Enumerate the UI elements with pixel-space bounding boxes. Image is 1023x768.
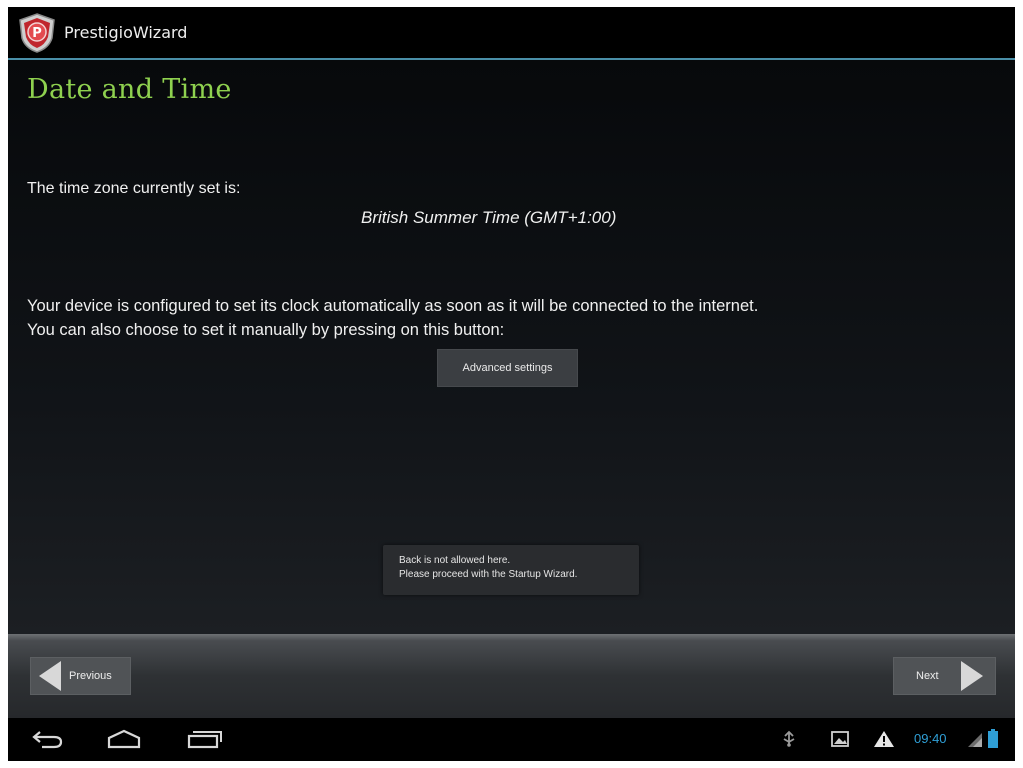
wizard-button-bar: Previous Next [8, 634, 1015, 718]
prestigio-logo-icon: P [16, 12, 58, 54]
previous-button[interactable]: Previous [30, 657, 131, 695]
toast-message: Back is not allowed here. Please proceed… [383, 545, 639, 595]
description: Your device is configured to set its clo… [27, 294, 758, 342]
next-button[interactable]: Next [893, 657, 996, 695]
warning-icon [872, 726, 896, 752]
advanced-settings-button[interactable]: Advanced settings [437, 349, 578, 387]
battery-icon [986, 726, 1000, 752]
previous-label: Previous [69, 670, 112, 682]
arrow-left-icon [39, 661, 61, 691]
system-navigation-bar: 09:40 [8, 718, 1015, 761]
toast-line-1: Back is not allowed here. [399, 555, 511, 566]
back-icon[interactable] [28, 726, 68, 752]
description-line-1: Your device is configured to set its clo… [27, 297, 759, 315]
timezone-value: British Summer Time (GMT+1:00) [361, 208, 617, 227]
recent-apps-icon[interactable] [184, 726, 224, 752]
device-screen: P PrestigioWizard Date and Time The time… [8, 7, 1015, 761]
usb-icon [778, 726, 800, 752]
next-label: Next [916, 670, 939, 682]
arrow-right-icon [960, 661, 983, 691]
description-line-2: You can also choose to set it manually b… [27, 321, 505, 339]
svg-text:P: P [32, 26, 42, 41]
status-clock: 09:40 [914, 731, 947, 746]
home-icon[interactable] [104, 726, 144, 752]
timezone-label: The time zone currently set is: [27, 180, 241, 197]
toast-line-2: Please proceed with the Startup Wizard. [399, 569, 578, 580]
action-bar: P PrestigioWizard [8, 7, 1015, 60]
signal-icon [966, 726, 984, 752]
app-title: PrestigioWizard [64, 23, 188, 42]
gallery-icon [828, 726, 852, 752]
page-title: Date and Time [27, 74, 232, 105]
